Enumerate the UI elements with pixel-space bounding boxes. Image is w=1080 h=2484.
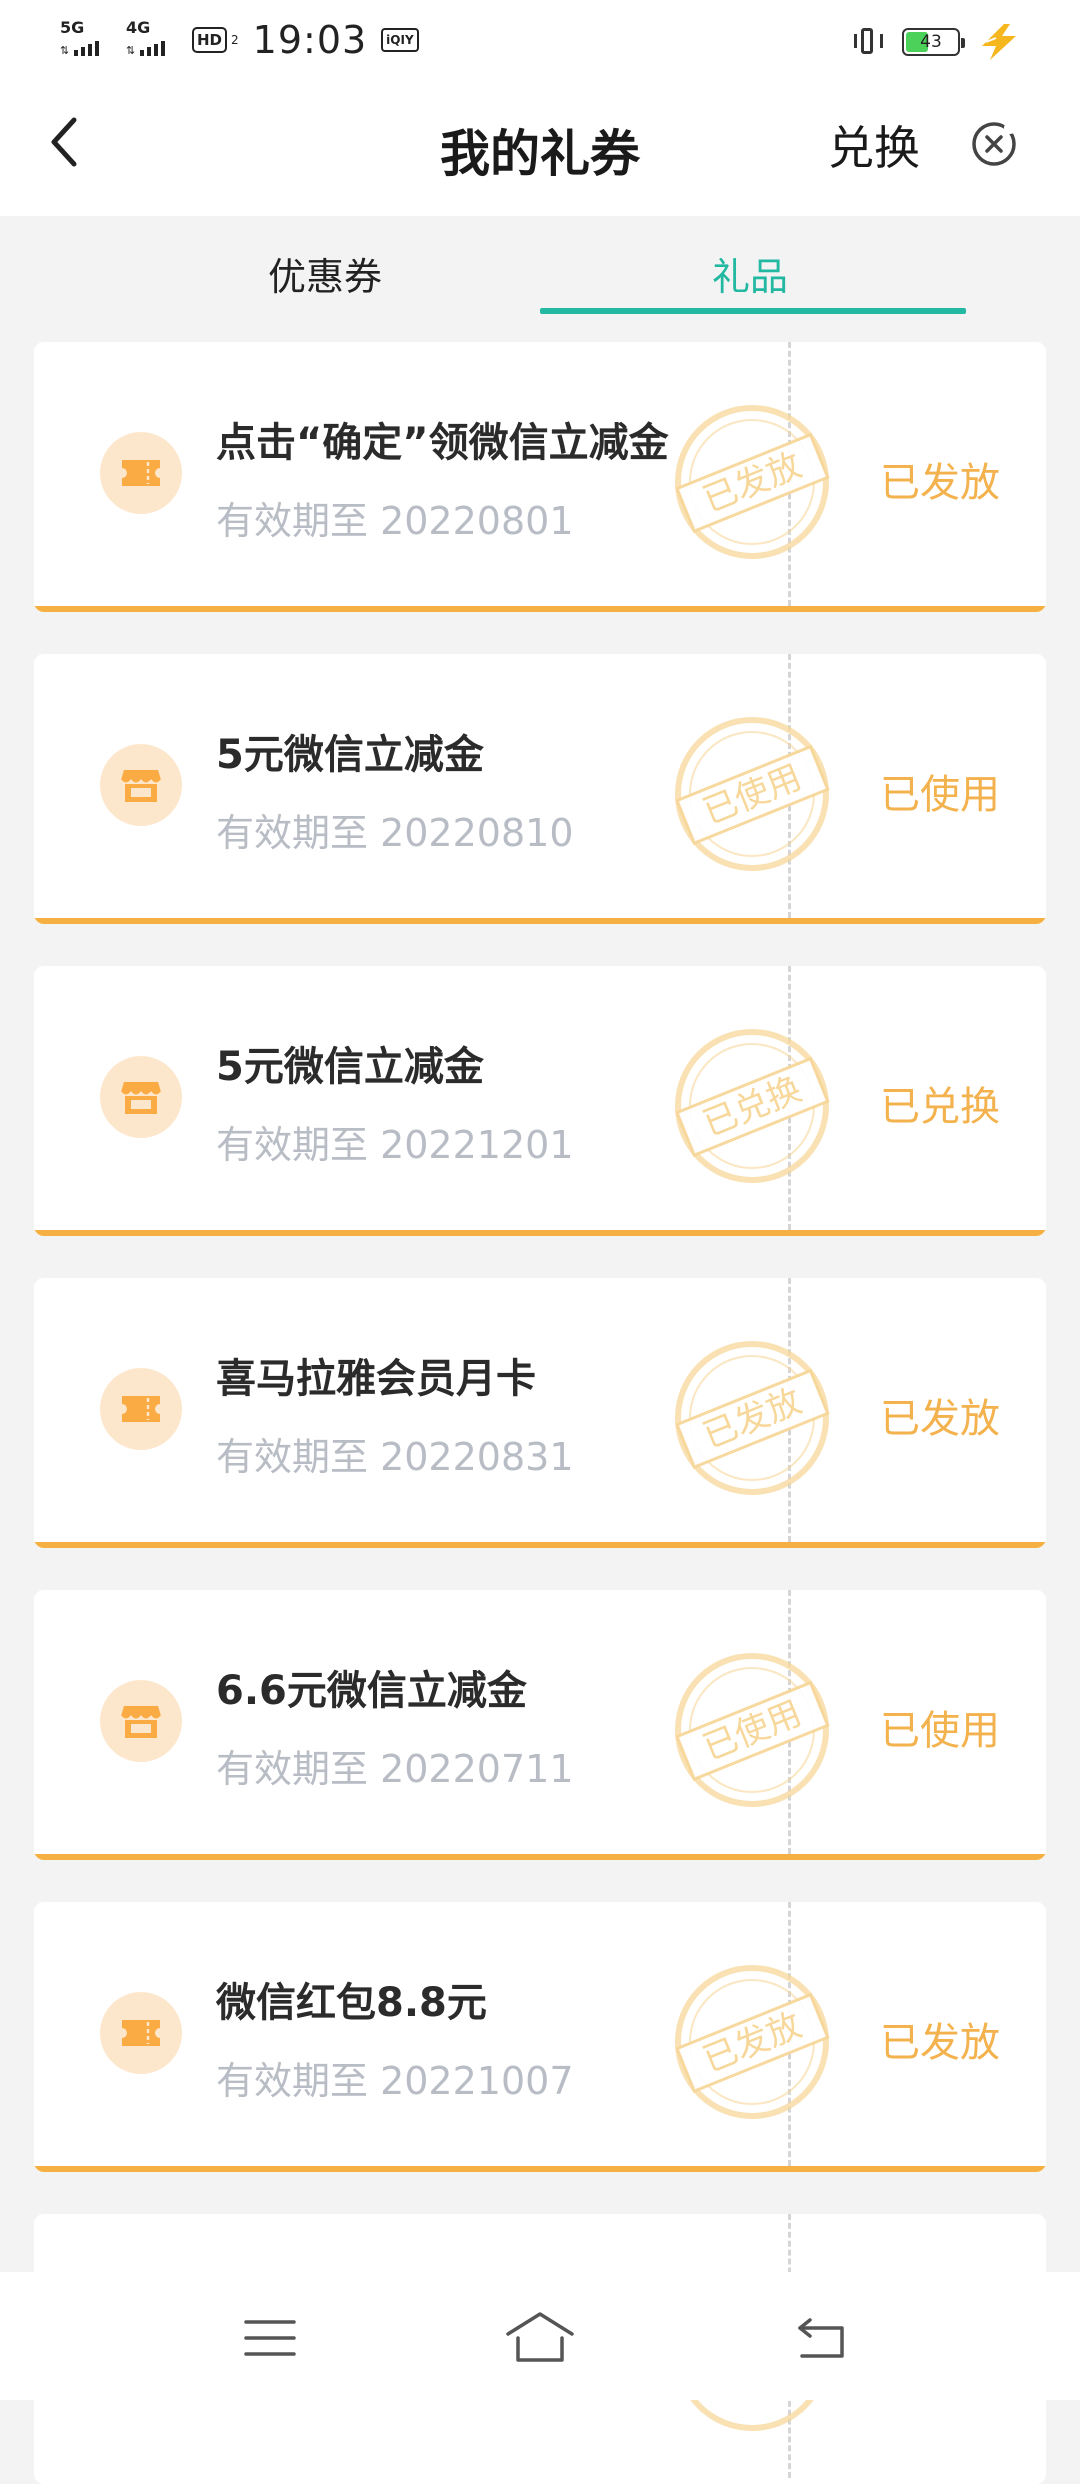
gift-card[interactable]: 5元微信立减金有效期至 20220810 已使用 已使用 [34, 654, 1046, 924]
menu-icon[interactable] [240, 2308, 300, 2368]
gift-card[interactable]: 喜马拉雅会员月卡 有效期至 20220831 已发放 已发放 [34, 1278, 1046, 1548]
gift-title: 5元微信立减金 [216, 732, 484, 778]
status-stamp: 已使用 [675, 717, 830, 871]
gift-expiry: 有效期至 20220801 [216, 499, 574, 543]
gift-title: 5元微信立减金 [216, 1044, 484, 1090]
ticket-icon [100, 1992, 182, 2074]
gift-title: 6.6元微信立减金 [216, 1668, 527, 1714]
tab-bar: 优惠券 礼品 [0, 216, 1080, 316]
hd-sub-label: 2 [231, 33, 239, 47]
gift-title: 微信红包8.8元 [216, 1980, 487, 2026]
store-icon [100, 1680, 182, 1762]
status-right: 43 [852, 22, 1022, 62]
gift-status: 已发放 [880, 2020, 1000, 2066]
vibrate-icon [852, 25, 886, 59]
home-icon[interactable] [504, 2308, 576, 2368]
battery-level: 43 [920, 32, 942, 52]
system-nav-bar [0, 2272, 1080, 2400]
back-icon[interactable] [792, 2308, 852, 2368]
active-tab-indicator [540, 308, 966, 314]
tab-coupons[interactable]: 优惠券 [268, 246, 382, 301]
gift-expiry: 有效期至 20221007 [216, 2059, 574, 2103]
network-type-4g: 4G [126, 18, 151, 37]
gift-status: 已发放 [880, 460, 1000, 506]
gift-expiry: 有效期至 20221201 [216, 1123, 574, 1167]
close-icon[interactable] [968, 118, 1020, 170]
redeem-button[interactable]: 兑换 [828, 112, 920, 178]
ticket-icon [100, 1368, 182, 1450]
status-stamp: 已使用 [675, 1653, 830, 1807]
signal-4g-icon: 4G ⇅ [126, 20, 178, 60]
gift-status: 已使用 [880, 772, 1000, 818]
card-bottom-line [34, 1230, 1046, 1236]
gift-status: 已发放 [880, 1396, 1000, 1442]
status-left: 5G ⇅ 4G ⇅ HD 2 19:03 iQIY [60, 18, 419, 62]
card-bottom-line [34, 918, 1046, 924]
status-bar: 5G ⇅ 4G ⇅ HD 2 19:03 iQIY 43 [0, 0, 1080, 82]
charging-bolt-icon [982, 24, 1016, 60]
hd-voice-icon: HD [192, 27, 228, 53]
gift-expiry: 有效期至 20220810 [216, 811, 574, 855]
gift-card[interactable]: 点击“确定”领微信立减金 有效期至 20220801 已发放 已发放 [34, 342, 1046, 612]
card-bottom-line [34, 2166, 1046, 2172]
tab-gifts[interactable]: 礼品 [712, 246, 788, 301]
gift-expiry: 有效期至 20220711 [216, 1747, 574, 1791]
status-stamp: 已兑换 [675, 1029, 830, 1183]
iqiyi-notification-icon: iQIY [381, 28, 419, 52]
status-stamp: 已发放 [675, 405, 830, 559]
gift-card[interactable]: 5元微信立减金有效期至 20221201 已兑换 已兑换 [34, 966, 1046, 1236]
gift-status: 已兑换 [880, 1084, 1000, 1130]
gift-card[interactable]: 6.6元微信立减金有效期至 20220711 已使用 已使用 [34, 1590, 1046, 1860]
store-icon [100, 1056, 182, 1138]
status-stamp: 已发放 [675, 1341, 830, 1495]
card-bottom-line [34, 1854, 1046, 1860]
gift-expiry: 有效期至 20220831 [216, 1435, 574, 1479]
gift-title: 喜马拉雅会员月卡 [216, 1356, 536, 1402]
network-type-5g: 5G [60, 18, 85, 37]
gift-card[interactable]: 微信红包8.8元有效期至 20221007 已发放 已发放 [34, 1902, 1046, 2172]
battery-icon: 43 [902, 28, 965, 56]
gift-title: 点击“确定”领微信立减金 [216, 420, 669, 466]
card-bottom-line [34, 606, 1046, 612]
card-bottom-line [34, 1542, 1046, 1548]
store-icon [100, 744, 182, 826]
ticket-icon [100, 432, 182, 514]
signal-5g-icon: 5G ⇅ [60, 20, 112, 60]
status-stamp: 已发放 [675, 1965, 830, 2119]
header: 我的礼券 兑换 [0, 82, 1080, 216]
gift-status: 已使用 [880, 1708, 1000, 1754]
clock: 19:03 [252, 18, 368, 62]
